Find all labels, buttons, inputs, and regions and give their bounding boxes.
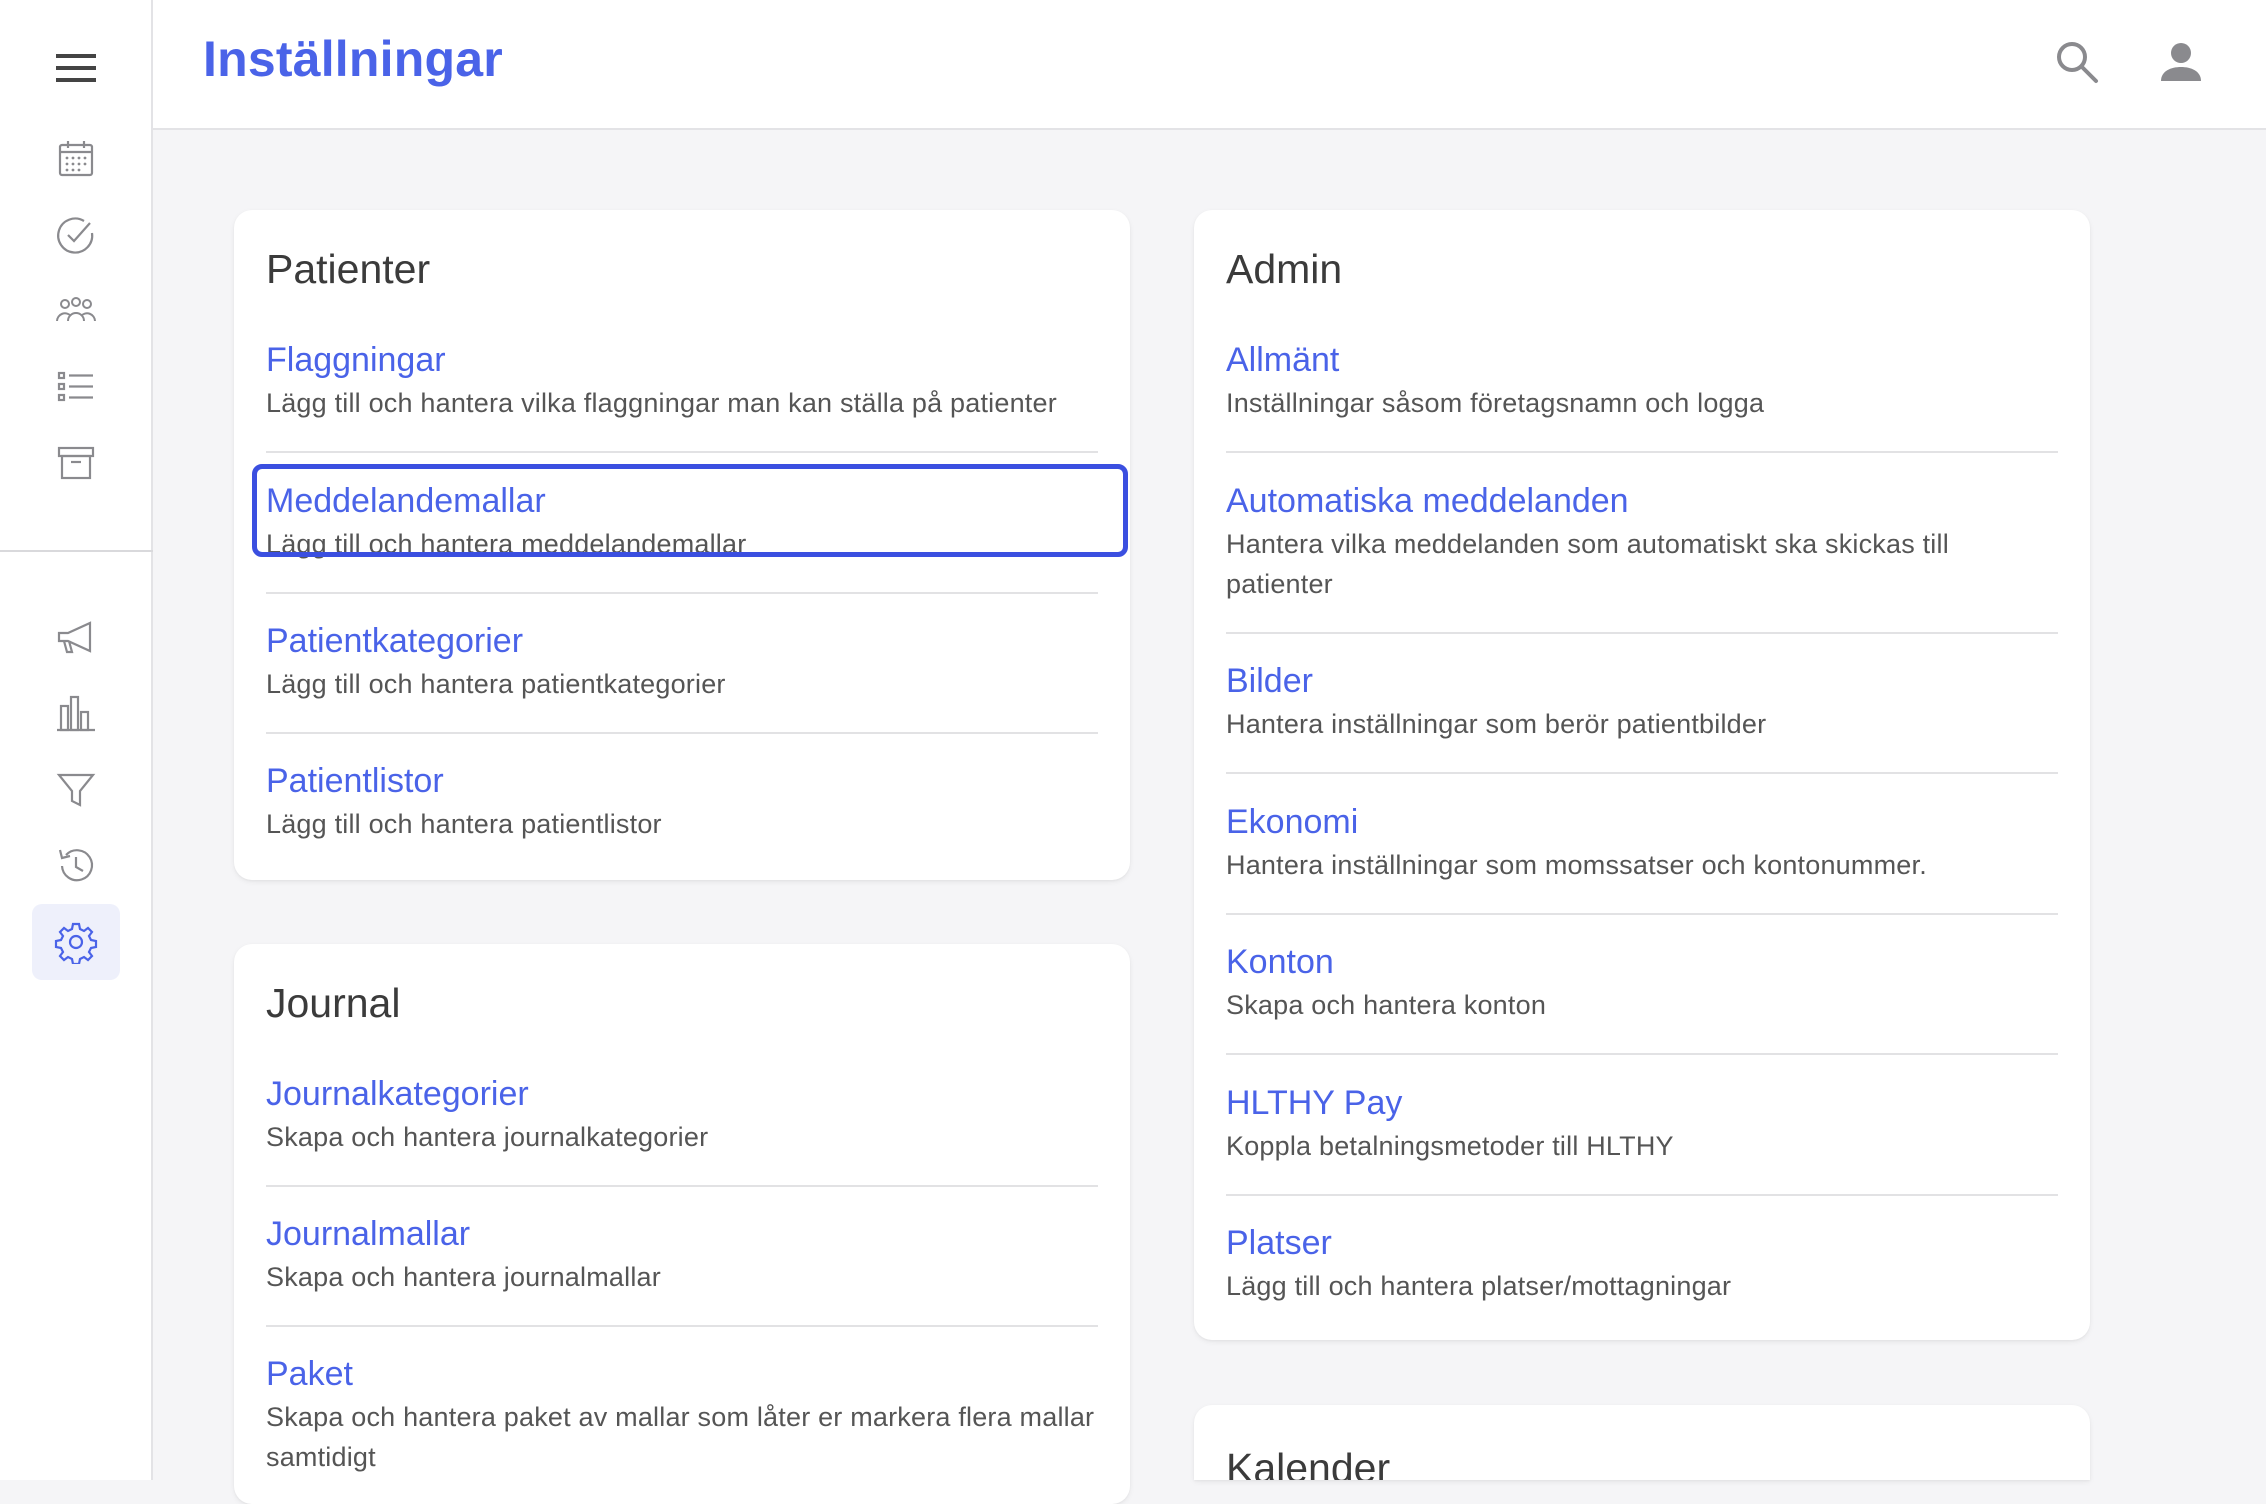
item-title: Patientkategorier xyxy=(266,622,524,660)
item-desc: Lägg till och hantera meddelandemallar xyxy=(266,529,747,559)
account-button[interactable] xyxy=(2149,30,2213,94)
sidebar-item-lists[interactable] xyxy=(32,349,120,425)
hamburger-icon xyxy=(56,54,96,82)
search-button[interactable] xyxy=(2045,30,2109,94)
list-icon xyxy=(57,371,93,402)
sidebar xyxy=(0,0,153,1480)
check-circle-icon xyxy=(57,217,94,254)
journal-card: Journal Journalkategorier Skapa och hant… xyxy=(234,944,1130,1504)
admin-title: Admin xyxy=(1226,246,1343,292)
sidebar-item-statistics[interactable] xyxy=(32,676,120,752)
divider xyxy=(266,451,1098,453)
archive-icon xyxy=(57,446,95,480)
divider xyxy=(1226,451,2058,453)
item-desc: Koppla betalningsmetoder till HLTHY xyxy=(1226,1131,1674,1161)
divider xyxy=(1226,913,2058,915)
top-bar: Inställningar xyxy=(153,0,2266,130)
item-title: HLTHY Pay xyxy=(1226,1084,1403,1122)
settings-item-bilder[interactable]: Bilder Hantera inställningar som berör p… xyxy=(1226,659,2058,744)
megaphone-icon xyxy=(57,621,92,654)
item-title: Automatiska meddelanden xyxy=(1226,482,1629,520)
item-title: Journalkategorier xyxy=(266,1075,529,1113)
settings-item-patientkategorier[interactable]: Patientkategorier Lägg till och hantera … xyxy=(266,619,1098,704)
settings-item-allmant[interactable]: Allmänt Inställningar såsom företagsnamn… xyxy=(1226,338,2058,423)
journal-title: Journal xyxy=(266,980,401,1026)
settings-item-automatiska-meddelanden[interactable]: Automatiska meddelanden Hantera vilka me… xyxy=(1226,479,2058,604)
settings-item-paket[interactable]: Paket Skapa och hantera paket av mallar … xyxy=(266,1352,1098,1477)
settings-item-ekonomi[interactable]: Ekonomi Hantera inställningar som momssa… xyxy=(1226,800,2058,885)
item-title: Flaggningar xyxy=(266,341,446,379)
sidebar-item-archive[interactable] xyxy=(32,425,120,501)
item-title: Platser xyxy=(1226,1224,1332,1262)
item-desc: Lägg till och hantera patientkategorier xyxy=(266,669,726,699)
divider xyxy=(1226,632,2058,634)
divider xyxy=(266,732,1098,734)
item-title: Allmänt xyxy=(1226,341,1340,379)
patienter-card: Patienter Flaggningar Lägg till och hant… xyxy=(234,210,1130,880)
divider xyxy=(266,1325,1098,1327)
menu-button[interactable] xyxy=(48,40,104,96)
settings-item-konton[interactable]: Konton Skapa och hantera konton xyxy=(1226,940,2058,1025)
divider xyxy=(1226,772,2058,774)
item-desc: Lägg till och hantera vilka flaggningar … xyxy=(266,388,1057,418)
divider xyxy=(266,592,1098,594)
patienter-title: Patienter xyxy=(266,246,431,292)
sidebar-divider xyxy=(0,550,153,552)
sidebar-item-settings[interactable] xyxy=(32,904,120,980)
item-desc: Hantera vilka meddelanden som automatisk… xyxy=(1226,529,1949,599)
sidebar-item-filter[interactable] xyxy=(32,752,120,828)
settings-item-flaggningar[interactable]: Flaggningar Lägg till och hantera vilka … xyxy=(266,338,1098,423)
item-desc: Hantera inställningar som berör patientb… xyxy=(1226,709,1767,739)
item-desc: Skapa och hantera konton xyxy=(1226,990,1547,1020)
settings-item-hlthy-pay[interactable]: HLTHY Pay Koppla betalningsmetoder till … xyxy=(1226,1081,2058,1166)
settings-item-patientlistor[interactable]: Patientlistor Lägg till och hantera pati… xyxy=(266,759,1098,844)
kalender-card: Kalender xyxy=(1194,1405,2090,1480)
sidebar-item-campaigns[interactable] xyxy=(32,600,120,676)
item-title: Meddelandemallar xyxy=(266,482,546,520)
settings-item-journalmallar[interactable]: Journalmallar Skapa och hantera journalm… xyxy=(266,1212,1098,1297)
bar-chart-icon xyxy=(57,695,95,732)
item-desc: Skapa och hantera paket av mallar som lå… xyxy=(266,1402,1095,1472)
divider xyxy=(1226,1194,2058,1196)
item-title: Ekonomi xyxy=(1226,803,1359,841)
history-icon xyxy=(58,849,94,882)
item-desc: Skapa och hantera journalkategorier xyxy=(266,1122,709,1152)
page-title: Inställningar xyxy=(203,31,503,87)
item-desc: Lägg till och hantera patientlistor xyxy=(266,809,662,839)
account-icon xyxy=(2161,43,2201,81)
item-desc: Inställningar såsom företagsnamn och log… xyxy=(1226,388,1765,418)
item-title: Paket xyxy=(266,1355,353,1393)
filter-icon xyxy=(56,773,96,807)
admin-card: Admin Allmänt Inställningar såsom företa… xyxy=(1194,210,2090,1340)
sidebar-item-patients[interactable] xyxy=(32,273,120,349)
item-title: Journalmallar xyxy=(266,1215,471,1253)
item-title: Bilder xyxy=(1226,662,1313,700)
settings-item-platser[interactable]: Platser Lägg till och hantera platser/mo… xyxy=(1226,1221,2058,1306)
settings-item-meddelandemallar[interactable]: Meddelandemallar Lägg till och hantera m… xyxy=(266,479,1098,564)
item-title: Konton xyxy=(1226,943,1334,981)
search-icon xyxy=(2057,42,2098,83)
sidebar-item-calendar[interactable] xyxy=(32,121,120,197)
divider xyxy=(1226,1053,2058,1055)
sidebar-item-history[interactable] xyxy=(32,828,120,904)
calendar-icon xyxy=(58,141,94,177)
sidebar-item-tasks[interactable] xyxy=(32,197,120,273)
kalender-title: Kalender xyxy=(1226,1445,1391,1480)
item-desc: Skapa och hantera journalmallar xyxy=(266,1262,661,1292)
group-icon xyxy=(56,297,96,322)
item-desc: Lägg till och hantera platser/mottagning… xyxy=(1226,1271,1732,1301)
divider xyxy=(266,1185,1098,1187)
item-title: Patientlistor xyxy=(266,762,444,800)
gear-icon xyxy=(54,922,98,964)
item-desc: Hantera inställningar som momssatser och… xyxy=(1226,850,1927,880)
settings-item-journalkategorier[interactable]: Journalkategorier Skapa och hantera jour… xyxy=(266,1072,1098,1157)
